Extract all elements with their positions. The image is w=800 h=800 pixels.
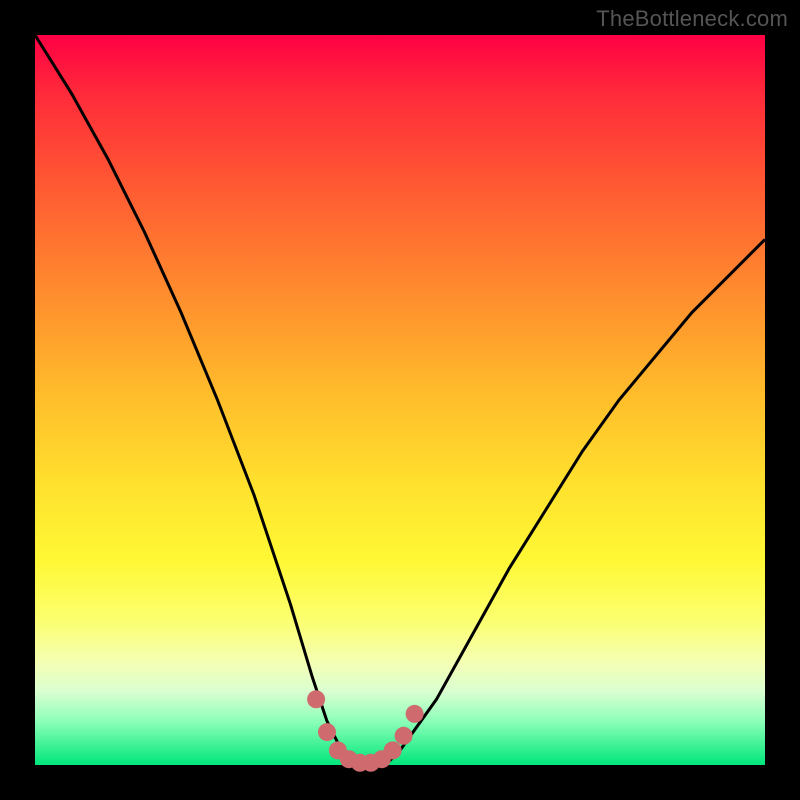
optimal-marker <box>384 741 402 759</box>
optimal-range-markers <box>307 690 424 772</box>
plot-area <box>35 35 765 765</box>
bottleneck-curve-path <box>35 35 765 765</box>
optimal-marker <box>406 705 424 723</box>
chart-frame: TheBottleneck.com <box>0 0 800 800</box>
watermark-text: TheBottleneck.com <box>596 6 788 32</box>
optimal-marker <box>307 690 325 708</box>
optimal-marker <box>318 723 336 741</box>
chart-svg <box>35 35 765 765</box>
optimal-marker <box>395 727 413 745</box>
